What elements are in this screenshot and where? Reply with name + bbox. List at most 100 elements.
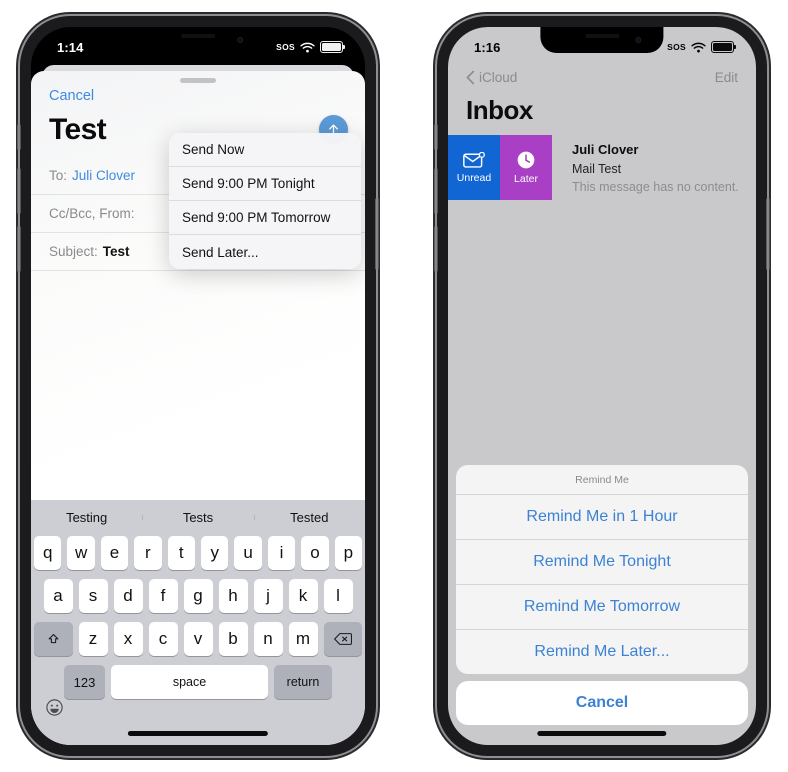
keyboard-row-3: zxcvbnm: [34, 622, 362, 656]
key-o[interactable]: o: [301, 536, 329, 570]
clock-icon: [517, 151, 535, 169]
space-key[interactable]: space: [111, 665, 268, 699]
key-y[interactable]: y: [201, 536, 229, 570]
action-remind-tonight[interactable]: Remind Me Tonight: [456, 540, 748, 585]
menu-item-send-now[interactable]: Send Now: [169, 133, 361, 167]
edit-button[interactable]: Edit: [715, 70, 738, 85]
key-b[interactable]: b: [218, 622, 248, 656]
volume-up-button-right[interactable]: [434, 168, 438, 214]
key-j[interactable]: j: [253, 579, 283, 613]
key-c[interactable]: c: [148, 622, 178, 656]
menu-item-send-tonight[interactable]: Send 9:00 PM Tonight: [169, 167, 361, 201]
wifi-icon-right: [691, 42, 706, 53]
right-phone-screen: iCloud Edit Inbox Unread Later Juli Clov…: [448, 27, 756, 745]
envelope-unread-icon: [463, 151, 485, 168]
action-remind-tomorrow[interactable]: Remind Me Tomorrow: [456, 585, 748, 630]
status-indicators-right: SOS: [667, 40, 737, 54]
keyboard-bottom-row: 123 space return: [34, 665, 362, 699]
swipe-action-unread[interactable]: Unread: [448, 135, 500, 200]
return-key[interactable]: return: [274, 665, 332, 699]
emoji-smiley-icon: [46, 699, 63, 716]
key-s[interactable]: s: [78, 579, 108, 613]
action-sheet-title: Remind Me: [456, 465, 748, 495]
menu-item-send-tomorrow[interactable]: Send 9:00 PM Tomorrow: [169, 201, 361, 235]
key-e[interactable]: e: [100, 536, 129, 570]
field-label-subject: Subject:: [49, 244, 98, 259]
suggestion-tested[interactable]: Tested: [253, 510, 365, 525]
onscreen-keyboard: Testing Tests Tested qwertyuiop asdfghjk…: [31, 500, 365, 745]
mail-sender: Juli Clover: [572, 142, 639, 157]
backspace-delete-icon: [333, 633, 352, 645]
key-i[interactable]: i: [267, 536, 296, 570]
key-t[interactable]: t: [167, 536, 195, 570]
suggestion-testing[interactable]: Testing: [31, 510, 142, 525]
action-sheet-group: Remind Me Remind Me in 1 Hour Remind Me …: [456, 465, 748, 674]
power-button[interactable]: [375, 198, 379, 270]
shift-arrow-up-icon: [48, 633, 59, 643]
key-u[interactable]: u: [234, 536, 262, 570]
mail-list-row[interactable]: Unread Later Juli Clover Mail Test This …: [448, 135, 756, 200]
key-r[interactable]: r: [134, 536, 162, 570]
key-g[interactable]: g: [183, 579, 213, 613]
swipe-action-later[interactable]: Later: [500, 135, 552, 200]
page-title: Inbox: [466, 95, 533, 125]
mail-compose-screen: Cancel Test To: Juli Clover Cc/Bcc, From…: [31, 27, 365, 745]
mail-row-content[interactable]: Juli Clover Mail Test This message has n…: [552, 135, 756, 200]
key-m[interactable]: m: [288, 622, 318, 656]
field-label-to: To:: [49, 168, 68, 183]
sos-indicator-right: SOS: [667, 42, 686, 52]
earpiece-speaker-right: [585, 34, 619, 38]
key-h[interactable]: h: [218, 579, 248, 613]
menu-item-send-later[interactable]: Send Later...: [169, 235, 361, 269]
field-label-ccbcc: Cc/Bcc, From:: [49, 206, 135, 221]
mail-inbox-screen: iCloud Edit Inbox Unread Later Juli Clov…: [448, 27, 756, 745]
backspace-key[interactable]: [323, 622, 362, 656]
back-button[interactable]: iCloud: [466, 70, 517, 85]
keyboard-rows: qwertyuiop asdfghjkl zxcvbnm 123 space r…: [31, 534, 365, 699]
predictive-suggestion-bar: Testing Tests Tested: [31, 500, 365, 534]
volume-up-button[interactable]: [17, 168, 21, 214]
key-p[interactable]: p: [334, 536, 363, 570]
key-q[interactable]: q: [33, 536, 62, 570]
numbers-key[interactable]: 123: [64, 665, 105, 699]
shift-key[interactable]: [34, 622, 73, 656]
front-camera: [236, 37, 243, 43]
action-remind-later[interactable]: Remind Me Later...: [456, 630, 748, 674]
key-x[interactable]: x: [113, 622, 143, 656]
key-d[interactable]: d: [113, 579, 143, 613]
key-l[interactable]: l: [323, 579, 353, 613]
left-iphone-device: Cancel Test To: Juli Clover Cc/Bcc, From…: [17, 16, 379, 756]
send-options-context-menu: Send Now Send 9:00 PM Tonight Send 9:00 …: [169, 133, 361, 269]
suggestion-tests[interactable]: Tests: [142, 510, 253, 525]
key-f[interactable]: f: [148, 579, 178, 613]
keyboard-row-2: asdfghjkl: [34, 579, 362, 613]
back-button-label: iCloud: [479, 69, 518, 85]
right-iphone-device: iCloud Edit Inbox Unread Later Juli Clov…: [434, 16, 770, 756]
status-indicators: SOS: [276, 40, 346, 54]
battery-icon-right: [711, 40, 737, 54]
status-time-right: 1:16: [474, 39, 501, 55]
mute-switch-right[interactable]: [434, 124, 438, 150]
volume-down-button-right[interactable]: [434, 226, 438, 272]
key-v[interactable]: v: [183, 622, 213, 656]
cancel-button[interactable]: Cancel: [49, 88, 94, 104]
power-button-right[interactable]: [766, 198, 770, 270]
wifi-icon: [300, 42, 315, 53]
action-sheet-cancel-button[interactable]: Cancel: [456, 681, 748, 725]
key-n[interactable]: n: [253, 622, 283, 656]
action-remind-1-hour[interactable]: Remind Me in 1 Hour: [456, 495, 748, 540]
keyboard-row-3-letters: zxcvbnm: [78, 622, 318, 656]
mail-subject: Mail Test: [572, 161, 622, 176]
key-z[interactable]: z: [78, 622, 108, 656]
sos-indicator: SOS: [276, 42, 295, 52]
key-k[interactable]: k: [288, 579, 318, 613]
left-home-indicator[interactable]: [127, 731, 269, 736]
mute-switch[interactable]: [17, 124, 21, 150]
key-a[interactable]: a: [43, 579, 73, 613]
emoji-key[interactable]: [45, 698, 64, 717]
key-w[interactable]: w: [67, 536, 95, 570]
right-home-indicator[interactable]: [537, 731, 667, 736]
volume-down-button[interactable]: [17, 226, 21, 272]
sheet-grabber-handle[interactable]: [180, 78, 216, 83]
remind-me-action-sheet: Remind Me Remind Me in 1 Hour Remind Me …: [456, 465, 748, 725]
